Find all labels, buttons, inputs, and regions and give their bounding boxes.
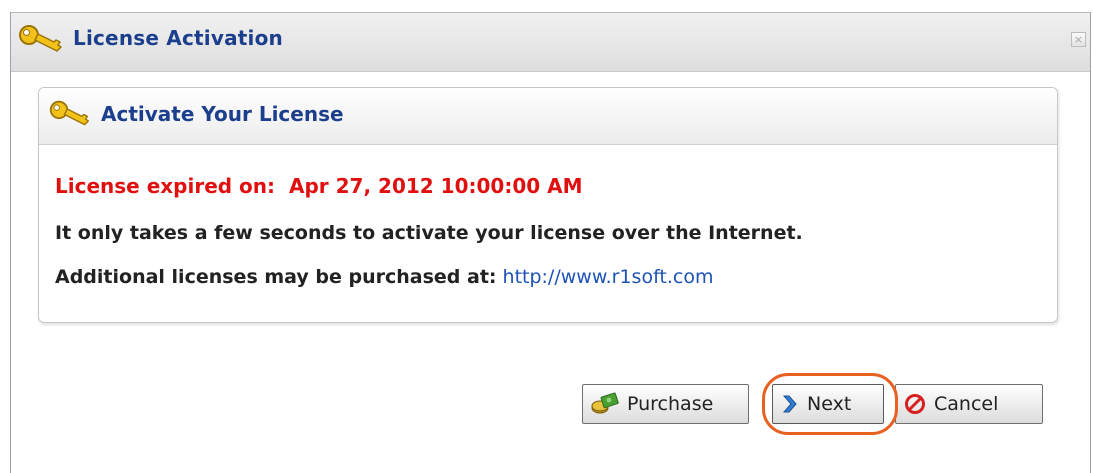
- activation-info-text: It only takes a few seconds to activate …: [55, 222, 803, 244]
- close-button[interactable]: ×: [1071, 32, 1086, 47]
- key-icon: [19, 25, 62, 52]
- cancel-button-label: Cancel: [934, 393, 999, 415]
- next-button-label: Next: [807, 393, 852, 415]
- panel-header: Activate Your License: [39, 88, 1057, 145]
- panel-title: Activate Your License: [101, 102, 344, 126]
- coins-icon: [591, 392, 619, 414]
- license-expired-line: License expired on: Apr 27, 2012 10:00:00…: [55, 174, 583, 198]
- cancel-button[interactable]: Cancel: [895, 384, 1043, 424]
- key-icon: [49, 100, 90, 126]
- purchase-info-line: Additional licenses may be purchased at:…: [55, 266, 714, 288]
- expired-date: Apr 27, 2012 10:00:00 AM: [289, 174, 583, 198]
- dialog-title: License Activation: [73, 26, 283, 50]
- expired-label: License expired on:: [55, 174, 276, 198]
- purchase-button-label: Purchase: [627, 393, 714, 415]
- purchase-info-label: Additional licenses may be purchased at:: [55, 266, 497, 288]
- activate-license-panel: Activate Your License License expired on…: [38, 87, 1058, 323]
- license-activation-dialog: License Activation × Activate Your Licen…: [10, 12, 1091, 473]
- chevron-right-icon: [782, 395, 797, 413]
- dialog-titlebar[interactable]: License Activation ×: [11, 12, 1090, 72]
- no-entry-icon: [905, 394, 925, 414]
- r1soft-link[interactable]: http://www.r1soft.com: [503, 266, 714, 288]
- purchase-button[interactable]: Purchase: [582, 384, 749, 424]
- next-button[interactable]: Next: [772, 384, 884, 424]
